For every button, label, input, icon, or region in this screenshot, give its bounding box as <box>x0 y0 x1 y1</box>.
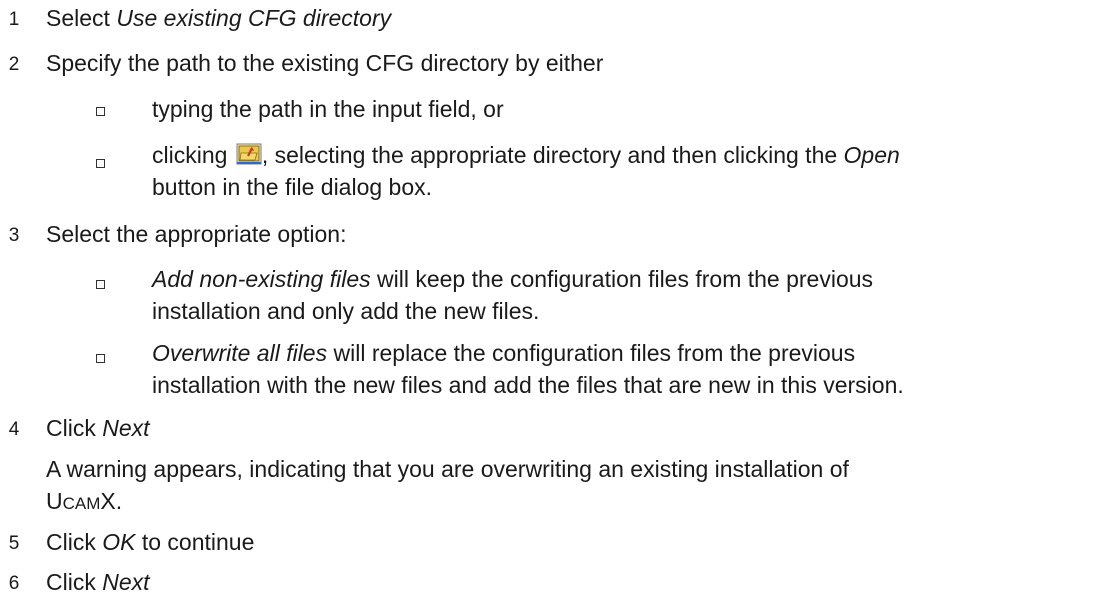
bullet-text-emphasis: Open <box>843 142 900 168</box>
product-name-cam: CAM <box>62 494 101 513</box>
step-text-plain: Click <box>46 569 103 595</box>
step-4-description: A warning appears, indicating that you a… <box>46 456 849 515</box>
bullet-text-line2: button in the file dialog box. <box>152 174 433 200</box>
step-text: Specify the path to the existing CFG dir… <box>46 50 604 76</box>
step-number: 2 <box>8 54 20 75</box>
bullet-text-plain: , selecting the appropriate directory an… <box>261 142 844 168</box>
step-text: Select the appropriate option: <box>46 221 347 247</box>
checkbox-bullet-icon <box>96 280 105 289</box>
bullet-text-emphasis: Overwrite all files <box>152 340 328 366</box>
step-text: Click Next <box>46 415 150 442</box>
step-text-emphasis: OK <box>102 529 136 555</box>
step-text-plain: Select <box>46 5 117 31</box>
checkbox-bullet-icon <box>96 107 105 116</box>
product-name-x: X <box>100 488 116 514</box>
step-text-plain: Click <box>46 415 103 441</box>
description-line1: A warning appears, indicating that you a… <box>46 456 849 482</box>
bullet-text-plain: clicking <box>152 142 234 168</box>
step-text-plain: to continue <box>135 529 255 555</box>
bullet-text-emphasis: Add non-existing files <box>152 266 371 292</box>
bullet-text: Overwrite all files will replace the con… <box>152 340 855 367</box>
step-number: 1 <box>8 9 20 30</box>
checkbox-bullet-icon <box>96 159 105 168</box>
description-end: . <box>115 488 123 514</box>
step-text: Click Next <box>46 569 150 596</box>
step-number: 6 <box>8 573 20 594</box>
step-number: 3 <box>8 225 20 246</box>
step-text-emphasis: Next <box>102 569 150 595</box>
step-text-emphasis: Use existing CFG directory <box>116 5 392 31</box>
step-text-emphasis: Next <box>102 415 150 441</box>
bullet-text: Add non-existing files will keep the con… <box>152 266 873 293</box>
product-name-u: U <box>46 488 63 514</box>
bullet-text-line2: installation with the new files and add … <box>152 372 904 398</box>
step-number: 4 <box>8 419 20 440</box>
step-number: 5 <box>8 533 20 554</box>
step-text: Click OK to continue <box>46 529 254 556</box>
step-text: Select Use existing CFG directory <box>46 5 391 32</box>
bullet-text-plain: will replace the configuration files fro… <box>327 340 856 366</box>
bullet-text-plain: will keep the configuration files from t… <box>370 266 874 292</box>
bullet-text: clicking , selecting the appropriate dir… <box>152 142 900 169</box>
description-line2: UCAMX. <box>46 488 849 515</box>
checkbox-bullet-icon <box>96 354 105 363</box>
bullet-text: typing the path in the input field, or <box>152 96 504 122</box>
bullet-text-line2: installation and only add the new files. <box>152 298 540 324</box>
open-folder-icon <box>236 143 262 165</box>
step-text-plain: Click <box>46 529 103 555</box>
